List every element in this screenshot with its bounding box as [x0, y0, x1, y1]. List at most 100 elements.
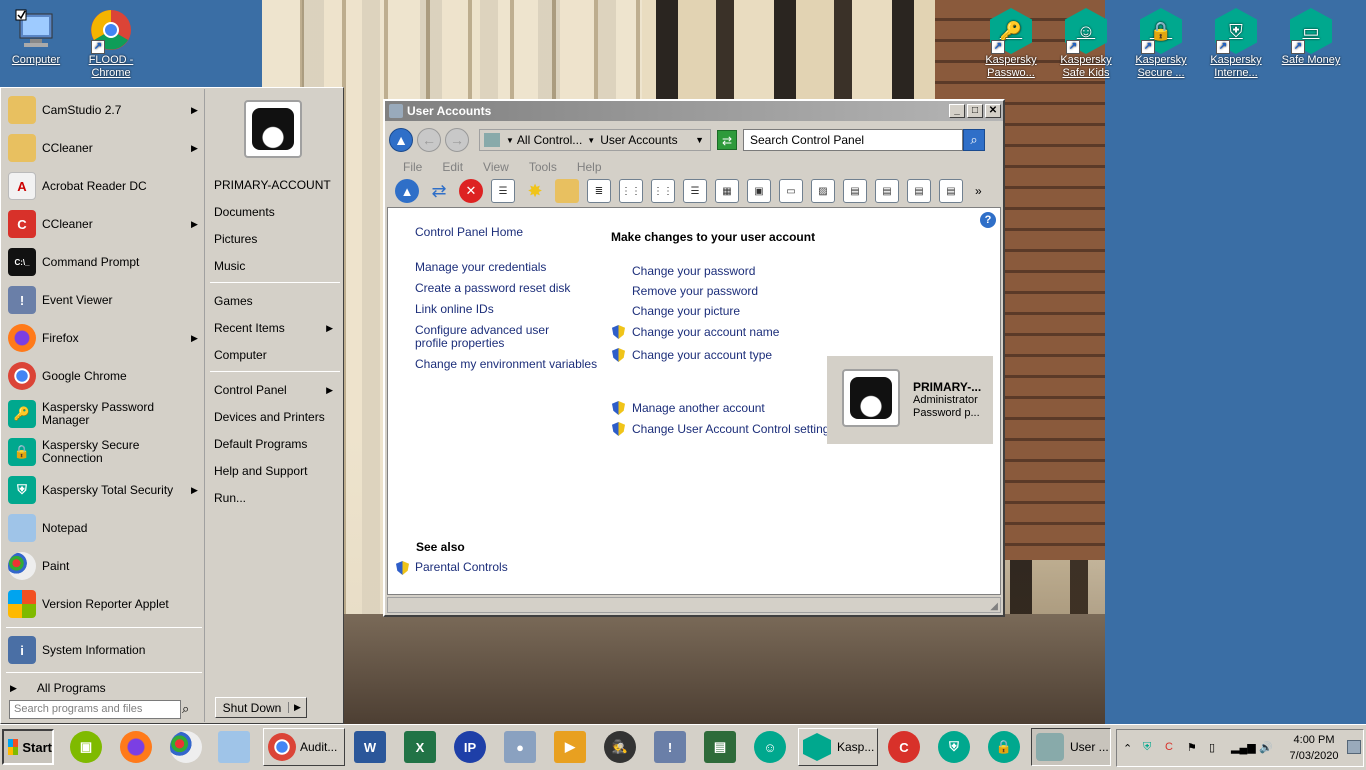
document-icon[interactable]: ▤: [843, 179, 867, 203]
program-command-prompt[interactable]: C:\_ Command Prompt: [2, 243, 205, 281]
taskbar-ip-icon[interactable]: IP: [454, 731, 486, 763]
remove-password-link[interactable]: Remove your password: [632, 285, 758, 298]
change-picture-link[interactable]: Change your picture: [632, 305, 740, 318]
change-environment-variables-link[interactable]: Change my environment variables: [415, 358, 597, 371]
document-4-icon[interactable]: ▤: [939, 179, 963, 203]
link-control-panel[interactable]: Control Panel: [214, 383, 287, 397]
taskbar-excel-icon[interactable]: X: [404, 731, 436, 763]
program-system-information[interactable]: i System Information: [2, 631, 205, 669]
minimize-button[interactable]: _: [949, 104, 965, 118]
taskbar-firefox-icon[interactable]: [120, 731, 152, 763]
search-button[interactable]: ⌕: [963, 129, 985, 151]
taskbar-task-chrome[interactable]: Audit...: [263, 728, 345, 766]
maximize-button[interactable]: □: [967, 104, 983, 118]
program-camstudio[interactable]: CamStudio 2.7 ▶: [2, 91, 205, 129]
forward-button[interactable]: ←: [417, 128, 441, 152]
program-google-chrome[interactable]: Google Chrome: [2, 357, 205, 395]
menu-tools[interactable]: Tools: [529, 160, 557, 174]
document-2-icon[interactable]: ▤: [875, 179, 899, 203]
desktop-icon-computer[interactable]: Computer: [0, 8, 72, 67]
resize-grip-icon[interactable]: ◢: [990, 601, 998, 612]
link-music[interactable]: Music: [214, 259, 245, 273]
taskbar-kaspersky-kids-icon[interactable]: ☺: [754, 731, 786, 763]
document-3-icon[interactable]: ▤: [907, 179, 931, 203]
change-password-link[interactable]: Change your password: [632, 265, 755, 278]
taskbar-ccleaner-icon[interactable]: C: [888, 731, 920, 763]
kaspersky-tray-icon[interactable]: ⛨: [1143, 741, 1151, 754]
taskbar-paint-icon[interactable]: [170, 731, 202, 763]
link-help-support[interactable]: Help and Support: [214, 464, 307, 478]
power-icon[interactable]: ▯: [1209, 741, 1215, 754]
change-uac-settings-link[interactable]: Change User Account Control settings: [632, 423, 835, 436]
taskbar-kaspersky-internet-icon[interactable]: ⛨: [938, 731, 970, 763]
desktop-icon-safe-money[interactable]: ▭ ↗ Safe Money: [1275, 8, 1347, 67]
view-list-2-icon[interactable]: ⋮⋮: [651, 179, 675, 203]
ccleaner-tray-icon[interactable]: C: [1165, 741, 1173, 753]
toolbar-overflow-chevron-icon[interactable]: »: [975, 184, 982, 198]
program-kaspersky-secure-connection[interactable]: 🔒 Kaspersky Secure Connection: [2, 433, 205, 471]
program-notepad[interactable]: Notepad: [2, 509, 205, 547]
properties-icon[interactable]: ☰: [491, 179, 515, 203]
program-event-viewer[interactable]: ! Event Viewer: [2, 281, 205, 319]
show-hidden-icons-chevron-icon[interactable]: ⌃: [1123, 742, 1132, 755]
desktop-icon-flood-chrome[interactable]: ↗ FLOOD - Chrome: [75, 8, 147, 80]
refresh-button[interactable]: ⇄: [717, 130, 737, 150]
program-firefox[interactable]: Firefox ▶: [2, 319, 205, 357]
action-center-flag-icon[interactable]: ⚑: [1187, 741, 1197, 754]
folder-icon[interactable]: [555, 179, 579, 203]
view-details-icon[interactable]: ≣: [587, 179, 611, 203]
desktop-icon-kaspersky-password[interactable]: 🔑 ↗ Kaspersky Passwo...: [975, 8, 1047, 80]
clock-time[interactable]: 4:00 PM: [1285, 734, 1343, 746]
change-account-name-link[interactable]: Change your account name: [632, 326, 779, 339]
picture-icon[interactable]: ▨: [811, 179, 835, 203]
taskbar-kaspersky-secure-icon[interactable]: 🔒: [988, 731, 1020, 763]
taskbar-recorder-icon[interactable]: ●: [504, 731, 536, 763]
breadcrumb-user-accounts[interactable]: User Accounts: [600, 133, 695, 147]
configure-advanced-profile-link[interactable]: Configure advanced user profile properti…: [415, 324, 585, 350]
all-programs[interactable]: ▶ All Programs: [2, 677, 205, 699]
menu-view[interactable]: View: [483, 160, 509, 174]
stop-icon[interactable]: ✕: [459, 179, 483, 203]
program-ccleaner-folder[interactable]: CCleaner ▶: [2, 129, 205, 167]
user-avatar[interactable]: [244, 100, 302, 158]
user-avatar[interactable]: [842, 369, 900, 427]
breadcrumb[interactable]: ▼ All Control... ▼ User Accounts ▼: [479, 129, 711, 151]
view-list-icon[interactable]: ⋮⋮: [619, 179, 643, 203]
start-search-input[interactable]: Search programs and files: [9, 700, 181, 719]
taskbar-task-user-accounts[interactable]: User ...: [1031, 728, 1111, 766]
taskbar-task-kaspersky[interactable]: Kasp...: [798, 728, 878, 766]
program-ccleaner[interactable]: C CCleaner ▶: [2, 205, 205, 243]
link-devices-printers[interactable]: Devices and Printers: [214, 410, 325, 424]
manage-credentials-link[interactable]: Manage your credentials: [415, 261, 546, 274]
taskbar-notepad-icon[interactable]: [218, 731, 250, 763]
program-version-reporter[interactable]: Version Reporter Applet: [2, 585, 205, 623]
up-icon[interactable]: ▲: [395, 179, 419, 203]
link-run[interactable]: Run...: [214, 491, 246, 505]
title-bar[interactable]: User Accounts _ □ ✕: [385, 101, 1003, 121]
taskbar-monitor-icon[interactable]: ▤: [704, 731, 736, 763]
search-icon[interactable]: ⌕: [182, 701, 189, 717]
link-computer[interactable]: Computer: [214, 348, 267, 362]
new-item-icon[interactable]: ✸: [523, 179, 547, 203]
close-button[interactable]: ✕: [985, 104, 1001, 118]
view-small-icons-icon[interactable]: ☰: [683, 179, 707, 203]
link-user-account[interactable]: PRIMARY-ACCOUNT: [214, 178, 331, 192]
desktop-icon-kaspersky-secure[interactable]: 🔒 ↗ Kaspersky Secure ...: [1125, 8, 1197, 80]
taskbar-word-icon[interactable]: W: [354, 731, 386, 763]
control-panel-home-link[interactable]: Control Panel Home: [415, 226, 523, 239]
program-kaspersky-total-security[interactable]: ⛨ Kaspersky Total Security ▶: [2, 471, 205, 509]
link-default-programs[interactable]: Default Programs: [214, 437, 307, 451]
menu-help[interactable]: Help: [577, 160, 602, 174]
shutdown-button[interactable]: Shut Down ▶: [215, 697, 307, 718]
manage-another-account-link[interactable]: Manage another account: [632, 402, 765, 415]
volume-icon[interactable]: 🔊: [1259, 741, 1273, 754]
network-icon[interactable]: ▂▄▆: [1231, 741, 1256, 754]
chevron-down-icon[interactable]: ▼: [587, 136, 595, 145]
thumbnail-icon[interactable]: ▭: [779, 179, 803, 203]
menu-edit[interactable]: Edit: [442, 160, 463, 174]
taskbar-media-icon[interactable]: ▶: [554, 731, 586, 763]
taskbar-event-viewer-icon[interactable]: !: [654, 731, 686, 763]
link-pictures[interactable]: Pictures: [214, 232, 257, 246]
program-paint[interactable]: Paint: [2, 547, 205, 585]
start-button[interactable]: Start: [2, 729, 54, 765]
